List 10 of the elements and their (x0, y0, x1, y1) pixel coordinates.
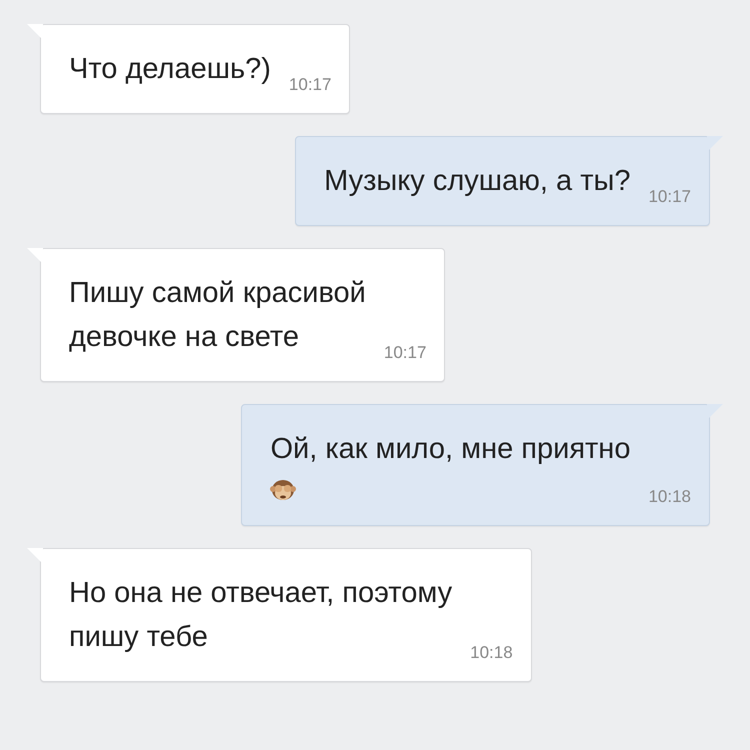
message-text: Что делаешь?) (69, 52, 271, 87)
message-text: Пишу самой красивой девочке на свете (69, 276, 366, 355)
message-time: 10:18 (470, 643, 513, 663)
message-text: Музыку слушаю, а ты? (324, 164, 630, 199)
message-text: Но она не отвечает, поэтому пишу тебе (69, 576, 452, 655)
message-text: Ой, как мило, мне приятно (270, 432, 630, 467)
message-time: 10:17 (288, 75, 332, 95)
message-time: 10:17 (384, 343, 426, 363)
message-time: 10:18 (648, 487, 691, 507)
message-time: 10:17 (648, 187, 691, 207)
